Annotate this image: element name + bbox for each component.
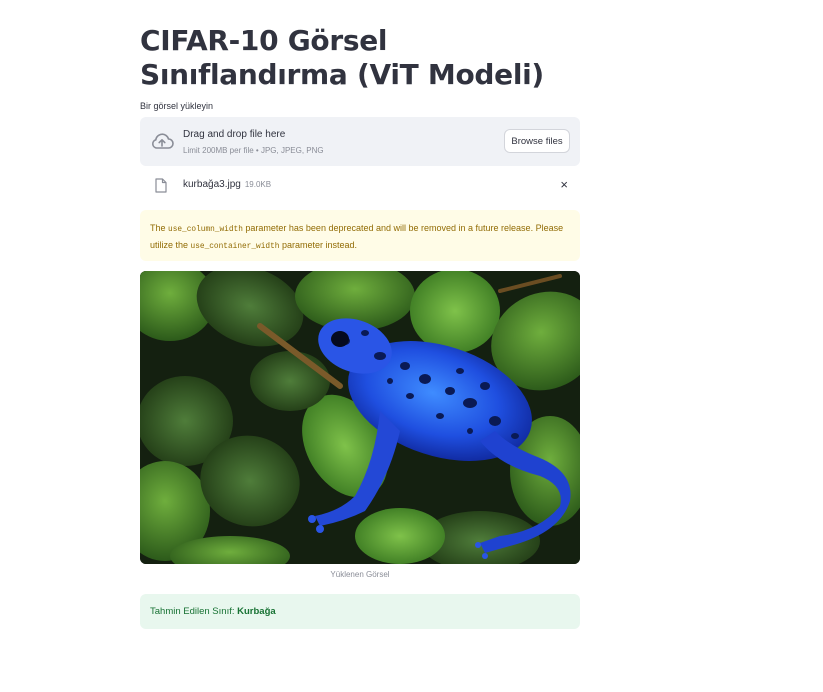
deprecation-warning: The use_column_width parameter has been …: [140, 210, 580, 261]
file-dropzone[interactable]: Drag and drop file here Limit 200MB per …: [140, 117, 580, 166]
dropzone-limit-text: Limit 200MB per file • JPG, JPEG, PNG: [183, 146, 324, 155]
prediction-result-box: Tahmin Edilen Sınıf: Kurbağa: [140, 594, 580, 629]
dropzone-title: Drag and drop file here: [183, 129, 286, 140]
remove-file-close-icon[interactable]: ×: [560, 177, 568, 192]
cloud-upload-icon: [152, 133, 174, 149]
uploaded-file-row: kurbağa3.jpg 19.0KB ×: [140, 172, 580, 198]
file-size-text: 19.0KB: [244, 180, 272, 189]
uploader-label: Bir görsel yükleyin: [140, 101, 214, 111]
uploaded-file-name: kurbağa3.jpg 19.0KB: [183, 179, 271, 190]
image-caption: Yüklenen Görsel: [330, 570, 390, 579]
file-icon: [155, 178, 167, 193]
browse-files-button[interactable]: Browse files: [504, 129, 570, 153]
prediction-label: Tahmin Edilen Sınıf:: [150, 606, 238, 617]
frog-photo: [140, 271, 580, 564]
uploaded-image: [140, 271, 580, 564]
page-title: CIFAR-10 Görsel Sınıflandırma (ViT Model…: [140, 24, 544, 91]
warning-code-1: use_column_width: [168, 226, 243, 234]
warning-code-2: use_container_width: [190, 243, 280, 251]
warning-text-3: parameter instead.: [279, 240, 357, 250]
prediction-value: Kurbağa: [237, 606, 276, 617]
warning-text-1: The: [150, 223, 169, 233]
file-name-text: kurbağa3.jpg: [183, 179, 241, 190]
